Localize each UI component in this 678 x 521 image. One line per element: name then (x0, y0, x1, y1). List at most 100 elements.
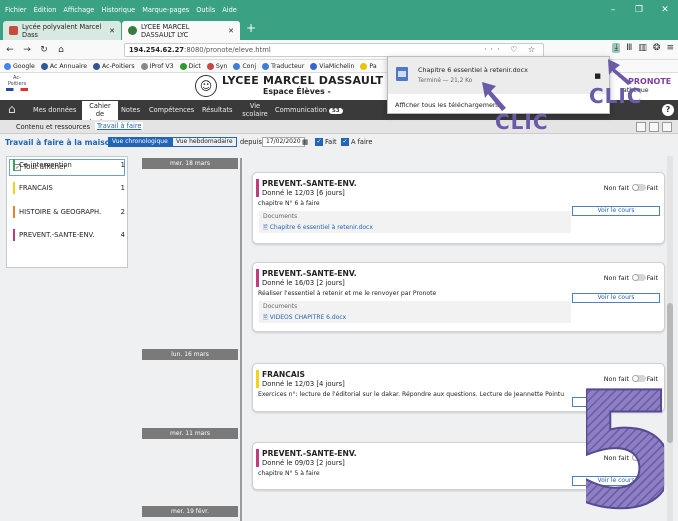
subject-count: 1 (120, 184, 125, 192)
bookmark-favicon-icon (140, 62, 148, 70)
bookmark-label: Syn (215, 62, 228, 70)
bookmark-item[interactable]: Traducteur (262, 62, 304, 70)
download-icon[interactable]: ⤓ (612, 43, 621, 53)
bookmark-label: Google (13, 62, 35, 70)
view-chronological-button[interactable]: Vue chronologique (108, 137, 172, 147)
word-document-icon (396, 67, 408, 81)
bookmark-item[interactable]: Ac Annuaire (40, 62, 88, 70)
nav-communication[interactable]: Communication 53 (275, 106, 343, 114)
bookmark-label: Ac Annuaire (49, 62, 88, 70)
bookmark-label: Conj (242, 62, 257, 70)
annotation-clic-label: CLIC (589, 84, 643, 108)
export-icon[interactable] (636, 122, 646, 132)
subject-filter-item[interactable]: Co-intervention 1 (13, 159, 125, 171)
bookmark-favicon-icon (310, 62, 318, 70)
annotation-arrow-icon (608, 59, 632, 85)
nav-vie-scolaire[interactable]: Vie scolaire (241, 102, 269, 118)
tab-close-icon[interactable]: ✕ (228, 27, 234, 35)
card-documents: Documents 🖹 Chapitre 6 essentiel à reten… (259, 211, 571, 233)
bookmark-item[interactable]: ViaMichelin (310, 62, 354, 70)
menu-outils[interactable]: Outils (196, 6, 215, 14)
section-title: Travail à faire à la maison (5, 138, 116, 147)
download-file-name: Chapitre 6 essentiel à retenir.docx (418, 66, 528, 74)
library-icon[interactable]: Ⅲ (626, 43, 632, 53)
subject-color-bar (13, 159, 15, 171)
subject-filter-item[interactable]: PREVENT.-SANTE-ENV. 4 (13, 229, 125, 241)
done-toggle[interactable] (632, 184, 646, 191)
menu-fichier[interactable]: Fichier (5, 6, 27, 14)
date-header: mer. 18 mars (142, 158, 238, 169)
tab-close-icon[interactable]: ✕ (109, 27, 115, 35)
logo-text: Ac-Poitiers (7, 75, 27, 87)
reload-icon[interactable]: ↻ (37, 45, 51, 55)
page-scrollbar[interactable] (667, 156, 673, 521)
nav-cahier-de-textes[interactable]: Cahier de textes (82, 101, 118, 126)
bookmark-item[interactable]: Syn (206, 62, 228, 70)
timeline-line (240, 158, 242, 521)
close-window-icon[interactable]: ✕ (652, 5, 678, 15)
bookmark-item[interactable]: Ac-Poitiers (93, 62, 135, 70)
menu-bar: Fichier Édition Affichage Historique Mar… (0, 0, 678, 19)
bookmark-item[interactable]: Conj (233, 62, 257, 70)
view-weekly-button[interactable]: Vue hebdomadaire (172, 137, 237, 147)
menu-marque-pages[interactable]: Marque-pages (142, 6, 189, 14)
tab-label: Lycée polyvalent Marcel Dass (22, 22, 102, 39)
bookmark-favicon-icon (233, 62, 241, 70)
calendar-icon[interactable]: ▦ (302, 138, 308, 146)
avatar[interactable]: ☺ (195, 75, 217, 97)
subject-color-bar (256, 269, 259, 287)
document-link[interactable]: 🖹 Chapitre 6 essentiel à retenir.docx (263, 223, 567, 233)
menu-edition[interactable]: Édition (34, 6, 57, 14)
extension-icon[interactable]: ❂ (653, 43, 661, 53)
back-icon[interactable]: ← (3, 45, 17, 55)
tab-pronote[interactable]: LYCEE MARCEL DASSAULT LYC ✕ (122, 21, 240, 40)
nav-resultats[interactable]: Résultats (202, 106, 232, 114)
voir-le-cours-button[interactable]: Voir le cours (572, 206, 660, 216)
url-bar[interactable]: 194.254.62.27 :8080/pronote/eleve.html ·… (124, 43, 544, 57)
since-date-input[interactable]: 17/02/2020 (262, 137, 305, 147)
subject-count: 4 (120, 231, 125, 239)
filter-fait-checkbox[interactable]: ✓ Fait (315, 138, 337, 146)
bookmark-item[interactable]: IProf V3 (140, 62, 174, 70)
bookmark-favicon-icon (93, 62, 101, 70)
nav-notes[interactable]: Notes (121, 106, 140, 114)
subject-name: FRANCAIS (19, 184, 53, 192)
nav-competences[interactable]: Compétences (149, 106, 194, 114)
url-actions-icon[interactable]: ··· ♡ ☆ (484, 45, 539, 54)
done-toggle[interactable] (632, 274, 646, 281)
pdf-icon[interactable] (662, 122, 672, 132)
maximize-icon[interactable]: ❐ (626, 5, 652, 15)
tab-contenu-ressources[interactable]: Contenu et ressources (16, 123, 90, 131)
minimize-icon[interactable]: – (600, 5, 626, 15)
home-icon[interactable]: ⌂ (8, 102, 16, 116)
new-tab-icon[interactable]: + (246, 21, 256, 35)
bookmark-item[interactable]: Pa (360, 62, 377, 70)
forward-icon[interactable]: → (20, 45, 34, 55)
sidebar-icon[interactable]: ▥ (638, 43, 647, 53)
subject-filter-item[interactable]: HISTOIRE & GEOGRAPH. 2 (13, 206, 125, 218)
print-icon[interactable] (649, 122, 659, 132)
card-given-date: Donné le 09/03 [2 jours] (262, 459, 345, 467)
tab-travail-a-faire[interactable]: Travail à faire (95, 122, 144, 130)
card-description: chapitre N° 5 à faire (258, 470, 320, 477)
document-link[interactable]: 🖹 VIDEOS CHAPITRE 6.docx (263, 313, 567, 323)
help-icon[interactable]: ? (662, 104, 674, 116)
subject-filter-item[interactable]: FRANCAIS 1 (13, 182, 125, 194)
bookmark-item[interactable]: Dict (179, 62, 201, 70)
bookmark-item[interactable]: Google (4, 62, 35, 70)
open-folder-icon[interactable]: ■ (594, 72, 601, 80)
menu-historique[interactable]: Historique (101, 6, 135, 14)
voir-le-cours-button[interactable]: Voir le cours (572, 293, 660, 303)
tab-lycee-polyvalent[interactable]: Lycée polyvalent Marcel Dass ✕ (3, 21, 121, 40)
menu-affichage[interactable]: Affichage (63, 6, 94, 14)
document-name: Chapitre 6 essentiel à retenir.docx (269, 224, 373, 231)
nav-mes-donnees[interactable]: Mes données (33, 106, 76, 114)
bookmark-favicon-icon (179, 62, 187, 70)
hamburger-menu-icon[interactable]: ≡ (666, 43, 674, 53)
scrollbar-thumb[interactable] (667, 303, 673, 443)
menu-aide[interactable]: Aide (222, 6, 237, 14)
home-icon[interactable]: ⌂ (54, 45, 68, 55)
date-header: mer. 11 mars (142, 428, 238, 439)
filter-a-faire-checkbox[interactable]: ✓ A faire (341, 138, 372, 146)
toolbar-right: ⤓ Ⅲ ▥ ❂ ≡ (612, 43, 674, 53)
